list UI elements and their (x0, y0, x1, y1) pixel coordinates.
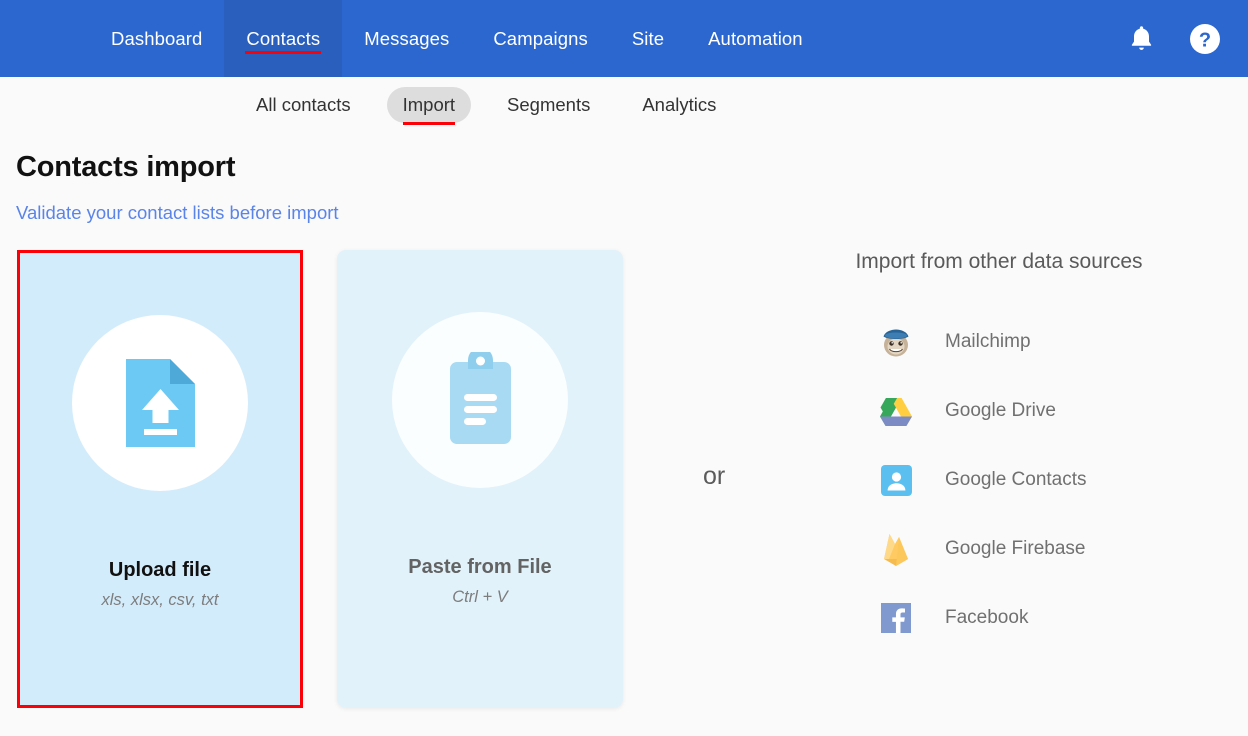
paste-card-subtitle: Ctrl + V (452, 588, 508, 606)
other-data-sources-panel: Import from other data sources Mailchimp… (820, 250, 1180, 667)
data-source-mailchimp[interactable]: Mailchimp (820, 322, 1180, 362)
facebook-icon (876, 598, 916, 638)
subnav-item-segments[interactable]: Segments (491, 87, 606, 123)
data-source-facebook[interactable]: Facebook (820, 598, 1180, 638)
nav-item-campaigns[interactable]: Campaigns (471, 0, 609, 77)
paste-from-file-card[interactable]: Paste from File Ctrl + V (337, 250, 623, 708)
data-source-label: Mailchimp (945, 331, 1031, 352)
top-navigation-bar: Dashboard Contacts Messages Campaigns Si… (0, 0, 1248, 77)
nav-item-dashboard[interactable]: Dashboard (89, 0, 224, 77)
nav-item-label: Automation (708, 27, 803, 49)
data-source-label: Facebook (945, 607, 1029, 628)
bell-icon (1131, 26, 1152, 50)
subnav-item-label: Analytics (642, 93, 717, 115)
nav-item-label: Campaigns (493, 27, 588, 49)
subnav-item-label: Segments (507, 93, 591, 115)
nav-item-label: Messages (364, 27, 450, 49)
paste-card-title: Paste from File (408, 556, 552, 578)
data-source-list: Mailchimp Google Drive Google Contacts G… (820, 322, 1180, 638)
nav-item-label: Contacts (246, 27, 321, 49)
google-drive-icon (876, 391, 916, 431)
help-button[interactable]: ? (1189, 23, 1221, 55)
data-source-google-contacts[interactable]: Google Contacts (820, 460, 1180, 500)
data-source-label: Google Drive (945, 400, 1056, 421)
svg-text:?: ? (1199, 29, 1211, 51)
nav-item-site[interactable]: Site (610, 0, 686, 77)
data-source-label: Google Contacts (945, 469, 1087, 490)
upload-icon-circle (72, 315, 248, 491)
page-title: Contacts import (16, 151, 236, 183)
upload-card-subtitle: xls, xlsx, csv, txt (101, 591, 219, 609)
top-nav-actions: ? (1128, 0, 1248, 77)
import-options-area: Upload file xls, xlsx, csv, txt Paste fr… (0, 250, 1248, 708)
import-annotation-underline (402, 121, 456, 125)
google-firebase-icon (876, 529, 916, 569)
other-data-sources-title: Import from other data sources (855, 250, 1143, 273)
file-upload-icon (125, 359, 195, 447)
google-contacts-icon (876, 460, 916, 500)
subnav-item-label: All contacts (256, 93, 351, 115)
nav-item-messages[interactable]: Messages (342, 0, 471, 77)
data-source-google-firebase[interactable]: Google Firebase (820, 529, 1180, 569)
upload-card-title: Upload file (108, 559, 212, 581)
nav-item-contacts[interactable]: Contacts (224, 0, 343, 77)
notifications-button[interactable] (1128, 24, 1155, 53)
top-nav-items: Dashboard Contacts Messages Campaigns Si… (89, 0, 825, 77)
contacts-annotation-underline (245, 51, 322, 54)
subnav-item-label: Import (402, 93, 456, 115)
or-divider-label: or (703, 462, 726, 490)
sub-navigation-bar: All contacts Import Segments Analytics (0, 77, 1248, 132)
nav-item-label: Dashboard (111, 27, 203, 49)
clipboard-icon (449, 352, 511, 444)
subnav-item-all-contacts[interactable]: All contacts (240, 87, 367, 123)
data-source-label: Google Firebase (945, 538, 1086, 559)
data-source-google-drive[interactable]: Google Drive (820, 391, 1180, 431)
upload-file-card[interactable]: Upload file xls, xlsx, csv, txt (17, 250, 303, 708)
paste-icon-circle (392, 312, 568, 488)
subnav-item-analytics[interactable]: Analytics (626, 87, 732, 123)
subnav-item-import[interactable]: Import (386, 86, 472, 125)
nav-item-automation[interactable]: Automation (686, 0, 825, 77)
nav-item-label: Site (631, 27, 665, 49)
help-circle-icon: ? (1190, 23, 1220, 54)
validate-contacts-link[interactable]: Validate your contact lists before impor… (16, 202, 1248, 224)
mailchimp-icon (876, 322, 916, 362)
